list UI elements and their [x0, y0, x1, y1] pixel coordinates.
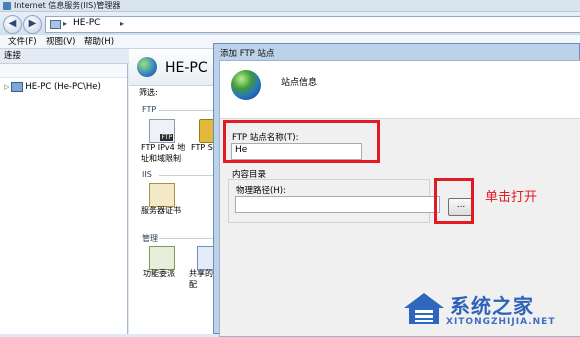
physical-path-label: 物理路径(H):: [236, 186, 286, 196]
feature-delegation[interactable]: 功能委派: [143, 268, 175, 279]
back-arrow-icon: ◀: [8, 18, 17, 29]
server-certificate-icon[interactable]: [149, 183, 175, 207]
menu-help[interactable]: 帮助(H): [84, 35, 114, 49]
house-logo-icon: [404, 293, 444, 324]
forward-button[interactable]: ▶: [23, 15, 42, 34]
group-divider: [159, 110, 219, 111]
group-ftp: FTP: [142, 105, 157, 114]
wizard-step-title: 站点信息: [281, 78, 318, 88]
menu-view[interactable]: 视图(V): [46, 35, 75, 49]
watermark-logo: 系统之家 XITONGZHIJIA.NET: [402, 286, 574, 332]
iis-app-icon: [3, 2, 11, 10]
tree-node-label: HE-PC (He-PC\He): [25, 82, 101, 92]
breadcrumb-he-pc[interactable]: HE-PC: [73, 17, 100, 30]
window-title: Internet 信息服务(IIS)管理器: [14, 1, 121, 10]
globe-icon: [137, 57, 157, 77]
connections-panel: 连接 ▷ HE-PC (He-PC\He): [0, 49, 131, 334]
connections-header: 连接: [0, 49, 131, 64]
home-panel: HE-PC 主 筛选: FTP FTP IPv4 地 址和域限制 FTP SS …: [129, 49, 226, 334]
computer-icon: [50, 20, 61, 29]
forward-arrow-icon: ▶: [28, 18, 37, 29]
breadcrumb-separator-icon[interactable]: ▸: [63, 17, 67, 30]
filter-label: 筛选:: [139, 88, 158, 97]
feature-ftp-ip-restrictions[interactable]: FTP IPv4 地 址和域限制: [141, 142, 185, 164]
feature-server-certificates[interactable]: 服务器证书: [141, 205, 181, 216]
home-header: HE-PC 主: [129, 49, 226, 86]
group-divider: [159, 238, 219, 239]
server-icon: [11, 81, 24, 92]
wizard-header: 站点信息: [220, 61, 580, 119]
group-management: 管理: [142, 234, 158, 243]
ftp-ip-restrictions-icon[interactable]: [149, 119, 175, 143]
tree-expand-icon[interactable]: ▷: [4, 83, 9, 91]
physical-path-input[interactable]: [235, 196, 440, 213]
group-iis: IIS: [142, 170, 152, 179]
connections-toolbar: [0, 64, 127, 78]
back-button[interactable]: ◀: [3, 15, 22, 34]
address-bar[interactable]: ▸ HE-PC ▸: [45, 16, 580, 33]
feature-delegation-icon[interactable]: [149, 246, 175, 270]
menu-file[interactable]: 文件(F): [8, 35, 37, 49]
tree-node-he-pc[interactable]: ▷ HE-PC (He-PC\He): [4, 81, 101, 93]
watermark-logo-text: 系统之家: [450, 294, 534, 318]
title-bar: Internet 信息服务(IIS)管理器: [0, 0, 580, 12]
globe-icon: [231, 70, 261, 100]
group-divider: [159, 175, 219, 176]
breadcrumb-separator-icon[interactable]: ▸: [120, 17, 124, 30]
highlight-site-name: [223, 120, 380, 163]
address-row: ◀ ▶ ▸ HE-PC ▸: [0, 12, 580, 35]
annotation-click-open: 单击打开: [485, 190, 538, 205]
watermark-url: XITONGZHIJIA.NET: [446, 317, 556, 327]
highlight-browse-button: [434, 178, 474, 224]
dialog-title: 添加 FTP 站点: [220, 49, 275, 59]
